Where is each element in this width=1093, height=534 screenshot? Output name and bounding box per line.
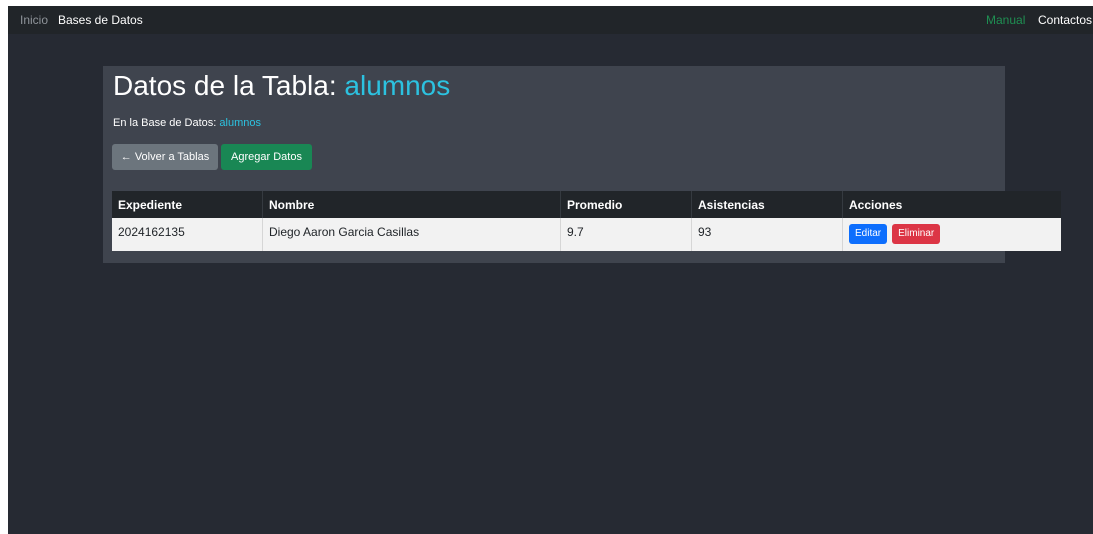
page-title: Datos de la Tabla: alumnos bbox=[113, 69, 450, 103]
nav-bases-de-datos-link[interactable]: Bases de Datos bbox=[58, 13, 143, 27]
data-table: Expediente Nombre Promedio Asistencias A… bbox=[112, 191, 1061, 251]
nav-manual-link[interactable]: Manual bbox=[986, 13, 1025, 27]
database-name: alumnos bbox=[219, 117, 261, 129]
top-navbar: Inicio Bases de Datos Manual Contactos bbox=[8, 6, 1093, 34]
cell-nombre: Diego Aaron Garcia Casillas bbox=[262, 218, 561, 251]
cell-expediente: 2024162135 bbox=[112, 218, 263, 251]
add-data-button[interactable]: Agregar Datos bbox=[221, 144, 312, 170]
cell-acciones: Editar Eliminar bbox=[842, 218, 1061, 251]
delete-row-button[interactable]: Eliminar bbox=[892, 224, 941, 244]
nav-contactos-link[interactable]: Contactos bbox=[1038, 13, 1092, 27]
database-label: En la Base de Datos: bbox=[113, 117, 217, 129]
table-row: 2024162135 Diego Aaron Garcia Casillas 9… bbox=[112, 218, 1061, 251]
app-viewport: Inicio Bases de Datos Manual Contactos D… bbox=[8, 6, 1093, 534]
cell-asistencias: 93 bbox=[691, 218, 843, 251]
header-acciones: Acciones bbox=[842, 191, 1061, 218]
database-info: En la Base de Datos: alumnos bbox=[113, 117, 261, 130]
table-header-row: Expediente Nombre Promedio Asistencias A… bbox=[112, 191, 1061, 218]
cell-promedio: 9.7 bbox=[560, 218, 692, 251]
edit-row-button[interactable]: Editar bbox=[849, 224, 888, 244]
header-nombre: Nombre bbox=[262, 191, 561, 218]
page-title-prefix: Datos de la Tabla: bbox=[113, 70, 337, 101]
header-asistencias: Asistencias bbox=[691, 191, 843, 218]
back-to-tables-button[interactable]: ← Volver a Tablas bbox=[112, 144, 218, 170]
header-expediente: Expediente bbox=[112, 191, 263, 218]
nav-inicio-link[interactable]: Inicio bbox=[20, 13, 48, 27]
page-title-table-name: alumnos bbox=[344, 70, 451, 101]
header-promedio: Promedio bbox=[560, 191, 692, 218]
table-data-panel: Datos de la Tabla: alumnos En la Base de… bbox=[103, 66, 1061, 263]
